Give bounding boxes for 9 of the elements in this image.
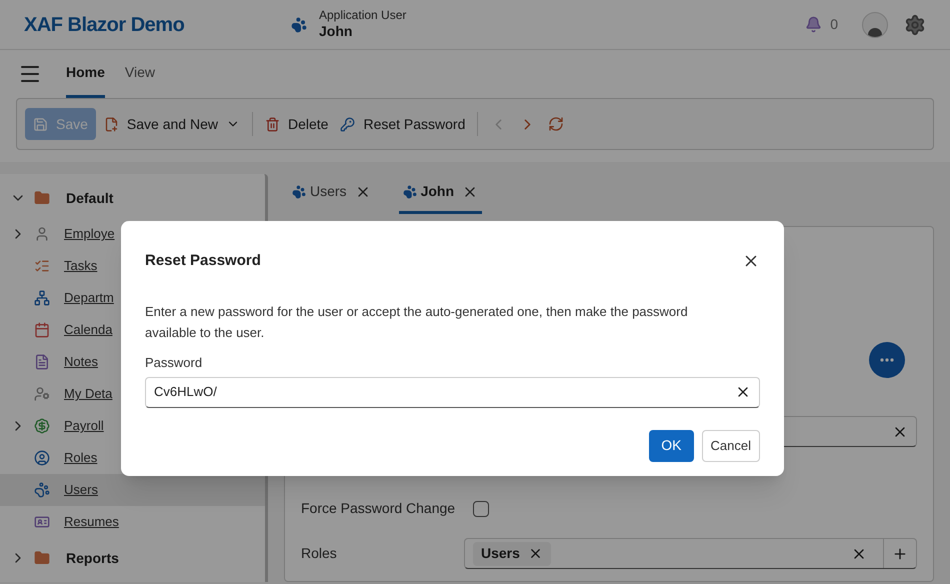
- dialog-title: Reset Password: [145, 250, 261, 271]
- field-label: Roles: [301, 544, 338, 563]
- app-title: XAF Blazor Demo: [24, 12, 186, 38]
- header-user: John: [319, 23, 354, 41]
- notification-count: 0: [830, 15, 838, 34]
- field-label: Force Password Change: [301, 499, 456, 518]
- dialog-message: Enter a new password for the user or accept the auto-generated one, then make the password available to the user.: [145, 303, 689, 342]
- field-label: Password: [145, 354, 204, 372]
- header-caption: Application User: [319, 8, 406, 24]
